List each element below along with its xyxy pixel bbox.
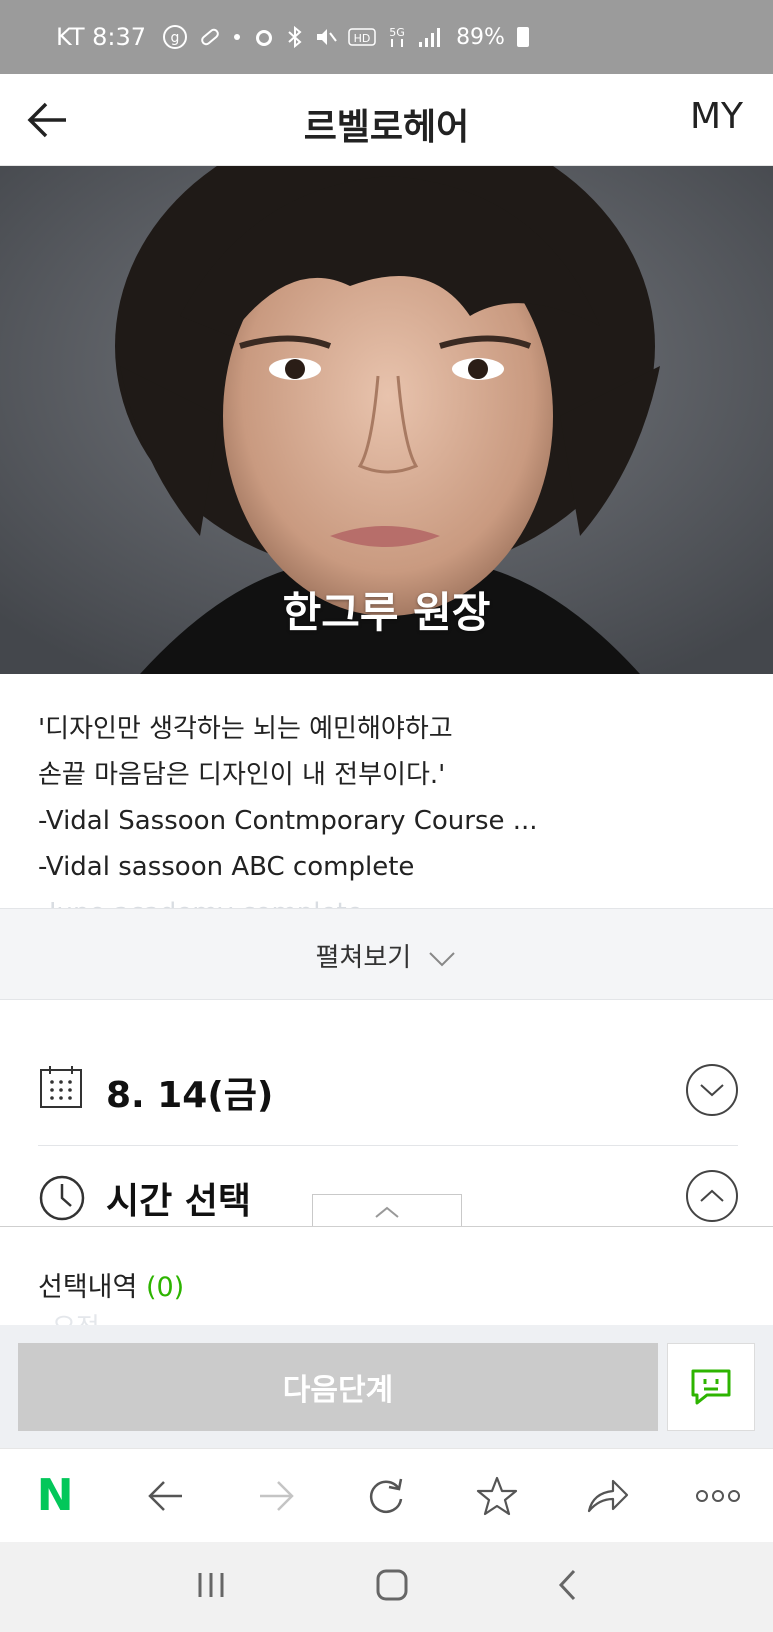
chat-icon — [691, 1369, 731, 1405]
description-line: -Vidal sassoon ABC complete — [38, 852, 415, 882]
hd-icon: HD — [348, 28, 376, 46]
browser-forward-button[interactable] — [244, 1464, 308, 1528]
svg-text:g: g — [171, 30, 180, 46]
chevron-down-icon — [700, 1084, 724, 1097]
naver-home-button[interactable]: N — [23, 1464, 87, 1528]
pill-icon — [201, 28, 219, 46]
page-title: 르벨로헤어 — [303, 107, 470, 148]
app-header: 르벨로헤어 MY — [0, 74, 773, 166]
selection-sheet: 선택내역 (0) 오전 다음단계 — [0, 1226, 773, 1449]
recents-icon — [198, 1573, 223, 1597]
stylist-photo: 한그루 원장 — [0, 166, 773, 674]
svg-text:5G: 5G — [389, 26, 405, 39]
mute-icon — [317, 29, 337, 45]
browser-toolbar: N — [0, 1448, 773, 1542]
more-icon — [695, 1489, 740, 1502]
clock-icon — [39, 1175, 85, 1221]
sheet-handle[interactable] — [312, 1194, 462, 1228]
stylist-description: '디자인만 생각하는 뇌는 예민해야하고 손끝 마음담은 디자인이 내 전부이다… — [38, 706, 738, 936]
next-step-button[interactable]: 다음단계 — [18, 1343, 658, 1431]
description-line: -Vidal Sassoon Contmporary Course ... — [38, 806, 538, 836]
system-navigation — [0, 1542, 773, 1632]
naver-logo: N — [36, 1470, 74, 1521]
expand-label: 펼쳐보기 — [315, 943, 412, 973]
chevron-up-icon — [700, 1189, 724, 1202]
status-icons: g HD 5G 89% — [162, 24, 529, 50]
chevron-up-icon — [375, 1206, 399, 1218]
selection-summary: 선택내역 (0) — [38, 1265, 184, 1304]
refresh-icon — [370, 1478, 403, 1513]
my-button[interactable]: MY — [690, 96, 743, 137]
talktalk-button[interactable] — [667, 1343, 755, 1431]
time-section-title: 시간 선택 — [106, 1181, 252, 1222]
carrier-time: KT 8:37 — [56, 23, 147, 51]
selected-date: 8. 14(금) — [106, 1075, 274, 1116]
battery-percent: 89% — [456, 24, 505, 50]
dot-icon — [234, 34, 241, 40]
battery-icon — [516, 27, 529, 47]
back-icon — [558, 1569, 575, 1601]
bookmark-button[interactable] — [465, 1464, 529, 1528]
share-button[interactable] — [575, 1464, 639, 1528]
back-arrow-icon — [147, 1480, 182, 1511]
share-icon — [588, 1479, 629, 1512]
calendar-icon — [40, 1066, 82, 1108]
selection-label: 선택내역 — [38, 1272, 138, 1303]
alarm-icon — [256, 30, 273, 46]
svg-text:HD: HD — [354, 32, 371, 45]
g-circle-icon: g — [163, 25, 188, 49]
refresh-button[interactable] — [354, 1464, 418, 1528]
selection-count: (0) — [145, 1272, 185, 1303]
chevron-down-icon — [429, 951, 456, 966]
more-button[interactable] — [686, 1464, 750, 1528]
date-selector[interactable]: 8. 14(금) — [38, 1046, 738, 1146]
expand-button[interactable]: 펼쳐보기 — [0, 908, 773, 1000]
description-line: '디자인만 생각하는 뇌는 예민해야하고 — [38, 714, 453, 744]
signal-icon — [419, 28, 441, 47]
stylist-name: 한그루 원장 — [282, 588, 491, 637]
5g-icon: 5G — [389, 26, 405, 47]
forward-arrow-icon — [260, 1480, 294, 1511]
description-line: 손끝 마음담은 디자인이 내 전부이다.' — [38, 760, 446, 790]
home-icon — [376, 1569, 407, 1601]
date-toggle-button[interactable] — [686, 1064, 738, 1116]
browser-back-button[interactable] — [134, 1464, 198, 1528]
action-area: 다음단계 — [0, 1325, 773, 1449]
home-button[interactable] — [375, 1568, 409, 1606]
bluetooth-icon — [288, 25, 302, 49]
system-back-button[interactable] — [556, 1568, 580, 1606]
time-toggle-button[interactable] — [686, 1170, 738, 1222]
recents-button[interactable] — [194, 1570, 228, 1604]
status-bar: KT 8:37 g HD 5G 89% — [0, 0, 773, 74]
star-icon — [476, 1476, 517, 1515]
